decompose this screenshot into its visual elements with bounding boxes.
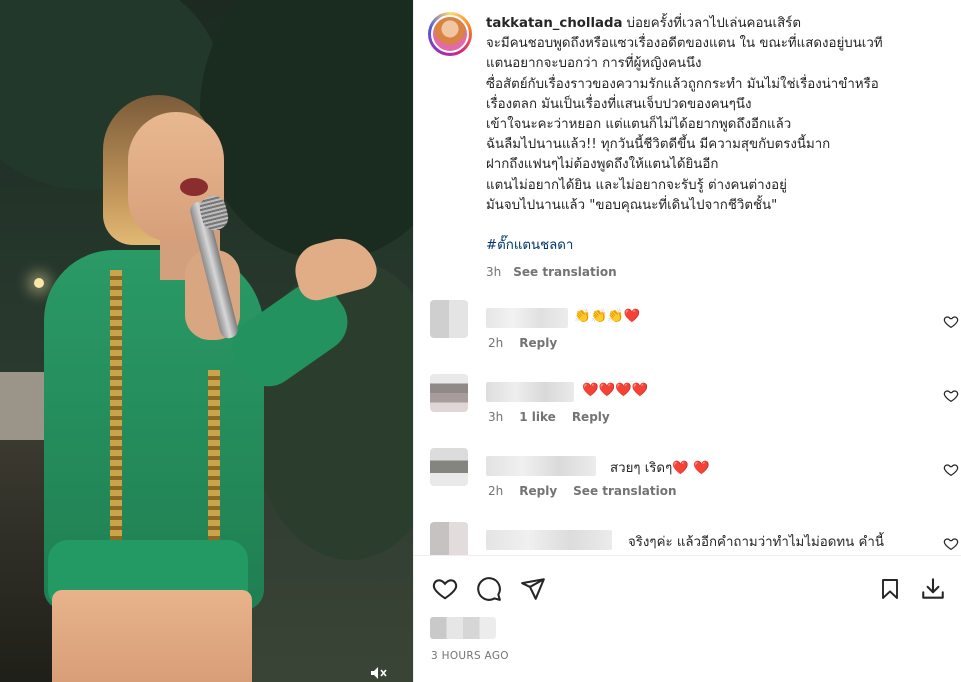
caption-hashtag[interactable]: #ตั๊กแตนชลดา [486, 236, 948, 256]
like-button[interactable] [431, 575, 459, 603]
caption-line: จะมีคนชอบพูดถึงหรือแซวเรื่องอดีตของแตน ใ… [486, 36, 883, 52]
heart-outline-icon [432, 579, 458, 600]
caption-body: takkatan_chollada บ่อยครั้งที่เวลาไปเล่นค… [486, 14, 948, 282]
comment-meta: 2h Reply [488, 336, 557, 350]
caption-line: มันจบไปนานแล้ว "ขอบคุณนะที่เดินไปจากชีวิ… [486, 197, 778, 213]
commenter-avatar[interactable] [430, 448, 468, 486]
commenter-username-blurred[interactable] [486, 456, 596, 476]
caption-line: แตนอยากจะบอกว่า การที่ผู้หญิงคนนึง [486, 56, 702, 72]
save-button[interactable] [876, 575, 904, 603]
commenter-username-blurred[interactable] [486, 530, 612, 550]
caption-line: เข้าใจนะคะว่าหยอก แต่แตนก็ไม่ได้อยากพูดถ… [486, 117, 792, 133]
performer-legs [52, 590, 252, 682]
comment-meta: 3h 1 like Reply [488, 410, 610, 424]
download-icon [922, 578, 944, 599]
caption-first-line: takkatan_chollada บ่อยครั้งที่เวลาไปเล่นค… [486, 14, 948, 34]
likes-count-blurred[interactable] [430, 617, 496, 639]
caption-line: ฝากถึงแฟนๆไม่ต้องพูดถึงให้แตนได้ยินอีก [486, 157, 719, 173]
reply-button[interactable]: Reply [519, 484, 557, 498]
comment-like-heart-icon[interactable] [943, 388, 959, 404]
comment-time: 3h [488, 410, 504, 424]
author-username[interactable]: takkatan_chollada [486, 16, 623, 31]
post-timestamp: 3 HOURS AGO [431, 650, 509, 662]
author-avatar[interactable] [428, 12, 472, 56]
caption-meta: 3h See translation [486, 262, 948, 282]
commenter-avatar[interactable] [430, 374, 468, 412]
avatar-image [431, 15, 469, 53]
speaker-muted-icon [371, 667, 387, 679]
comment-text: สวยๆ เริดๆ❤️ ❤️ [610, 461, 710, 476]
share-button[interactable] [519, 575, 547, 603]
comment-likes-count[interactable]: 1 like [519, 410, 556, 424]
post-video[interactable] [0, 0, 413, 682]
background-foliage [200, 0, 413, 260]
bookmark-icon [882, 579, 898, 599]
comment-meta: 2h Reply See translation [488, 484, 677, 498]
commenter-username-blurred[interactable] [486, 382, 574, 402]
comment-button[interactable] [475, 575, 503, 603]
caption-line: แตนไม่อยากได้ยิน และไม่อยากจะรับรู้ ต่าง… [486, 177, 787, 193]
caption-line: เรื่องตลก มันเป็นเรื่องที่แสนเจ็บปวดของค… [486, 96, 752, 112]
mute-button[interactable] [368, 664, 390, 682]
comment-like-heart-icon[interactable] [943, 314, 959, 330]
caption-time: 3h [486, 265, 502, 280]
comment-text: 👏👏👏❤️ [574, 309, 641, 324]
comment-text: จริงๆค่ะ แล้วอีกคำถามว่าทำไมไม่อดทน คำนี… [628, 535, 884, 550]
see-translation-link[interactable]: See translation [573, 484, 676, 498]
background-light [34, 278, 44, 288]
comment-time: 2h [488, 484, 504, 498]
post-action-bar [414, 565, 961, 611]
comment-item: ❤️❤️❤️❤️ 3h 1 like Reply [430, 374, 960, 444]
caption-line: บ่อยครั้งที่เวลาไปเล่นคอนเสิร์ต [626, 16, 801, 31]
comment-item: 👏👏👏❤️ 2h Reply [430, 300, 960, 370]
comment-like-heart-icon[interactable] [943, 536, 959, 552]
performer-mouth [180, 178, 208, 196]
commenter-avatar[interactable] [430, 300, 468, 338]
caption-line: ซื่อสัตย์กับเรื่องราวของความรักแล้วถูกกร… [486, 76, 879, 92]
comment-item: จริงๆค่ะ แล้วอีกคำถามว่าทำไมไม่อดทน คำนี… [430, 522, 960, 555]
see-translation-link[interactable]: See translation [513, 262, 616, 282]
comment-item: สวยๆ เริดๆ❤️ ❤️ 2h Reply See translation [430, 448, 960, 518]
commenter-avatar[interactable] [430, 522, 468, 555]
comment-time: 2h [488, 336, 504, 350]
caption-line: ฉันลืมไปนานแล้ว!! ทุกวันนี้ชีวิตดีขึ้น ม… [486, 137, 831, 153]
comments-scroll-area[interactable]: takkatan_chollada บ่อยครั้งที่เวลาไปเล่นค… [414, 0, 961, 556]
speech-bubble-icon [477, 577, 501, 601]
comment-like-heart-icon[interactable] [943, 462, 959, 478]
commenter-username-blurred[interactable] [486, 308, 568, 328]
reply-button[interactable]: Reply [519, 336, 557, 350]
comment-text: ❤️❤️❤️❤️ [582, 383, 649, 398]
reply-button[interactable]: Reply [572, 410, 610, 424]
download-button[interactable] [919, 575, 947, 603]
paper-plane-icon [521, 578, 545, 600]
post-side-panel: takkatan_chollada บ่อยครั้งที่เวลาไปเล่นค… [413, 0, 961, 682]
